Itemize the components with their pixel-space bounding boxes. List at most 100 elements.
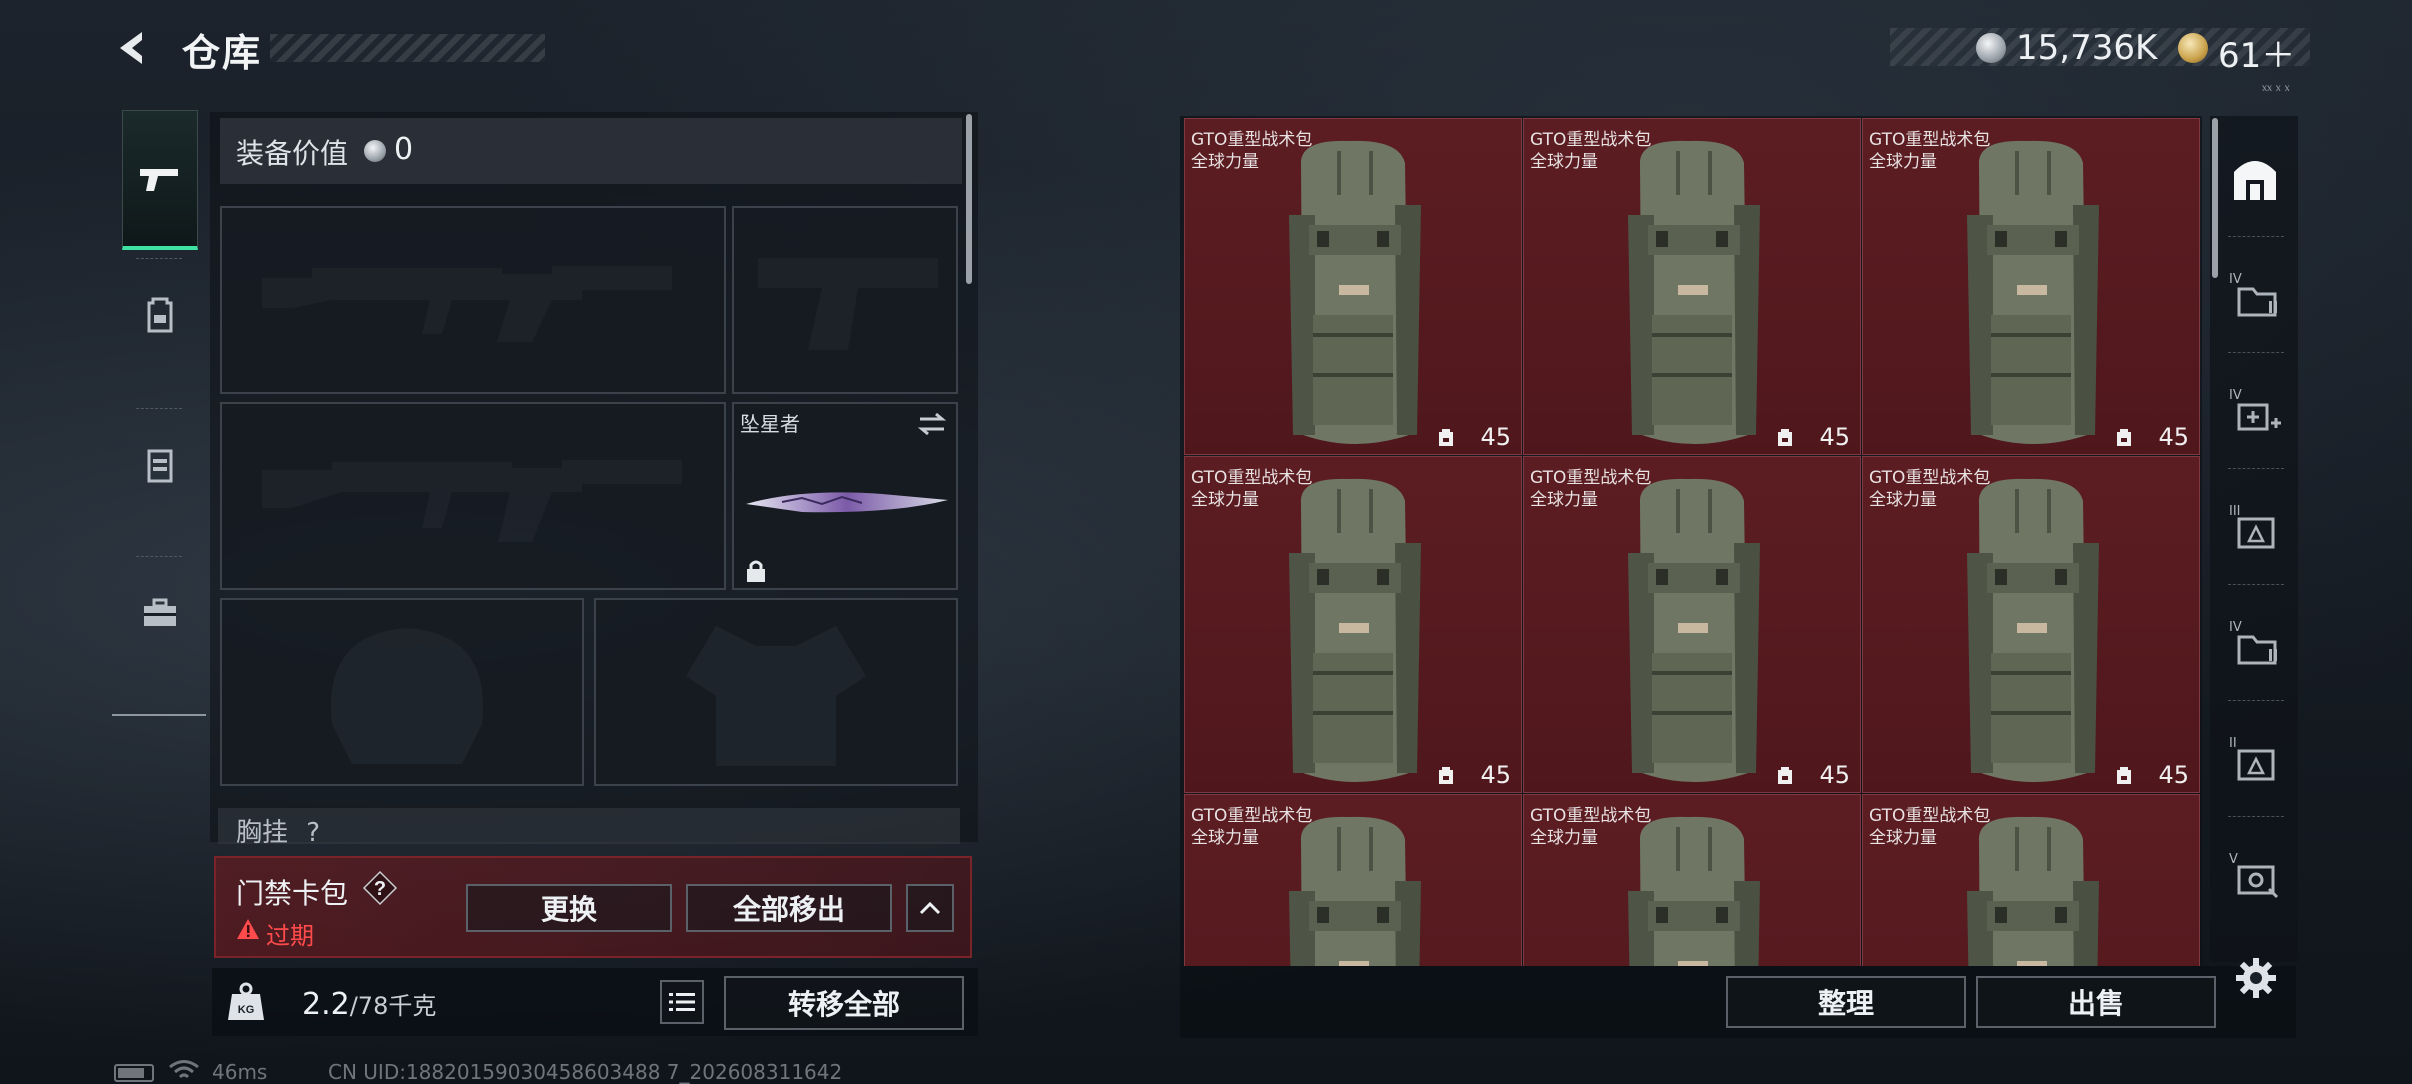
storage-item-cell[interactable]: GTO重型战术包全球力量45 — [1523, 118, 1861, 455]
backpack-item-icon — [1967, 816, 2099, 966]
backpack-item-icon — [1967, 478, 2099, 782]
tab-storage-home[interactable] — [2218, 132, 2292, 224]
storage-item-cell[interactable]: GTO重型战术包全球力量45 — [1862, 456, 2200, 793]
item-capacity: 45 — [1480, 423, 1511, 451]
ping-readout: 46ms — [212, 1060, 268, 1084]
backpack-item-icon — [1967, 140, 2099, 444]
backpack-item-icon — [1628, 478, 1760, 782]
svg-text:IV: IV — [2229, 620, 2242, 635]
tab-weapons[interactable] — [122, 110, 198, 250]
vest-icon — [147, 449, 173, 483]
item-capacity: 45 — [1819, 761, 1850, 789]
backpack-item-icon — [1628, 140, 1760, 444]
tab-storage-iv[interactable]: IV — [2218, 248, 2292, 340]
swap-icon[interactable] — [916, 410, 948, 438]
collapse-button[interactable] — [906, 884, 954, 932]
tab-toolbox[interactable] — [122, 558, 198, 668]
user-uid: CN UID:18820159030458603488 7_2026083116… — [328, 1060, 843, 1084]
svg-text:V: V — [2229, 852, 2238, 867]
storage-iii-icon: III — [2229, 504, 2275, 549]
storage-item-cell[interactable]: GTO重型战术包全球力量45 — [1184, 794, 1522, 966]
backpack-icon — [147, 297, 173, 333]
sidearm-slot[interactable] — [732, 206, 958, 394]
storage-ii-icon: II — [2229, 736, 2275, 781]
tab-storage-v[interactable]: V — [2218, 828, 2292, 920]
silver-coin-icon — [364, 140, 386, 162]
svg-text:IV: IV — [2229, 272, 2242, 287]
tiny-tag: ᥊᥊ ᥊ ᥊ — [2262, 80, 2290, 94]
gold-token-icon — [2178, 33, 2208, 63]
helmet-silhouette-icon — [330, 628, 484, 764]
page-title: 仓库 — [182, 31, 263, 75]
storage-item-cell[interactable]: GTO重型战术包全球力量45 — [1862, 794, 2200, 966]
pistol-silhouette-icon — [758, 258, 938, 350]
move-all-out-button[interactable]: 全部移出 — [686, 884, 892, 932]
equipment-scrollbar[interactable] — [966, 114, 972, 284]
svg-text:KG: KG — [238, 1004, 255, 1016]
svg-text:II: II — [2229, 736, 2237, 751]
sell-button[interactable]: 出售 — [1976, 976, 2216, 1028]
knife-icon — [746, 492, 948, 513]
melee-item-name: 坠星者 — [740, 412, 800, 436]
replace-button[interactable]: 更换 — [466, 884, 672, 932]
armor-slot[interactable] — [594, 598, 958, 786]
storage-item-cell[interactable]: GTO重型战术包全球力量45 — [1184, 118, 1522, 455]
item-capacity: 45 — [2158, 423, 2189, 451]
storage-item-cell[interactable]: GTO重型战术包全球力量45 — [1184, 456, 1522, 793]
list-icon — [669, 993, 695, 1011]
backpack-item-icon — [1628, 816, 1760, 966]
item-capacity: 45 — [1480, 761, 1511, 789]
rifle-silhouette-icon — [262, 266, 672, 342]
storage-item-cell[interactable]: GTO重型战术包全球力量45 — [1523, 456, 1861, 793]
chest-rig-row[interactable] — [218, 808, 960, 844]
backpack-item-icon — [1289, 478, 1421, 782]
lock-icon — [747, 560, 765, 582]
title-stripe — [270, 34, 545, 62]
storage-grid: GTO重型战术包 全球力量 45 GTO重型战术包 全球力量 45 GTO重型战术包 全球… — [1184, 118, 2202, 966]
help-icon[interactable]: ? — [362, 870, 398, 906]
rifle-silhouette-icon — [262, 460, 682, 542]
transfer-all-button[interactable]: 转移全部 — [724, 976, 964, 1030]
item-brand: 全球力量 — [1869, 828, 1937, 848]
token-amount[interactable]: 61＋ — [2218, 28, 2295, 77]
storage-item-cell[interactable]: GTO重型战术包全球力量45 — [1523, 794, 1861, 966]
tab-storage-iv-b[interactable]: IV — [2218, 596, 2292, 688]
money-amount: 15,736K — [2016, 28, 2158, 68]
item-brand: 全球力量 — [1530, 152, 1598, 172]
list-view-button[interactable] — [660, 980, 704, 1024]
tab-vest[interactable] — [122, 410, 198, 520]
access-card-title: 门禁卡包 — [236, 877, 349, 910]
item-brand: 全球力量 — [1191, 828, 1259, 848]
storage-iv-icon: IV — [2229, 272, 2277, 317]
tab-storage-ii[interactable]: II — [2218, 712, 2292, 804]
tab-backpack[interactable] — [122, 260, 198, 370]
weight-readout: 2.2/78千克 — [302, 987, 437, 1022]
storage-home-icon — [2234, 161, 2276, 200]
pistol-icon — [140, 168, 178, 191]
chevron-up-icon — [919, 901, 941, 915]
capacity-icon — [1439, 429, 1453, 446]
capacity-icon — [1778, 767, 1792, 784]
sort-button[interactable]: 整理 — [1726, 976, 1966, 1028]
capacity-icon — [2117, 429, 2131, 446]
tab-storage-iii[interactable]: III — [2218, 480, 2292, 572]
armor-silhouette-icon — [686, 626, 866, 766]
equipment-value: 0 — [394, 132, 414, 167]
item-brand: 全球力量 — [1869, 152, 1937, 172]
primary-weapon-slot[interactable] — [220, 206, 726, 394]
storage-iv-b-icon: IV — [2229, 620, 2277, 665]
item-brand: 全球力量 — [1530, 828, 1598, 848]
svg-text:IV: IV — [2229, 388, 2242, 403]
back-arrow-icon[interactable] — [112, 26, 156, 70]
helmet-slot[interactable] — [220, 598, 584, 786]
equipment-value-label: 装备价值 — [236, 137, 349, 170]
storage-v-icon: V — [2229, 852, 2279, 899]
equipment-tabs — [112, 108, 206, 716]
silver-coin-icon — [1976, 33, 2006, 63]
storage-item-cell[interactable]: GTO重型战术包全球力量45 — [1862, 118, 2200, 455]
secondary-weapon-slot[interactable] — [220, 402, 726, 590]
tab-storage-iv-plus[interactable]: IV — [2218, 364, 2292, 456]
storage-iv-plus-icon: IV — [2229, 388, 2281, 431]
item-brand: 全球力量 — [1191, 490, 1259, 510]
settings-gear-icon[interactable] — [2234, 956, 2278, 1000]
